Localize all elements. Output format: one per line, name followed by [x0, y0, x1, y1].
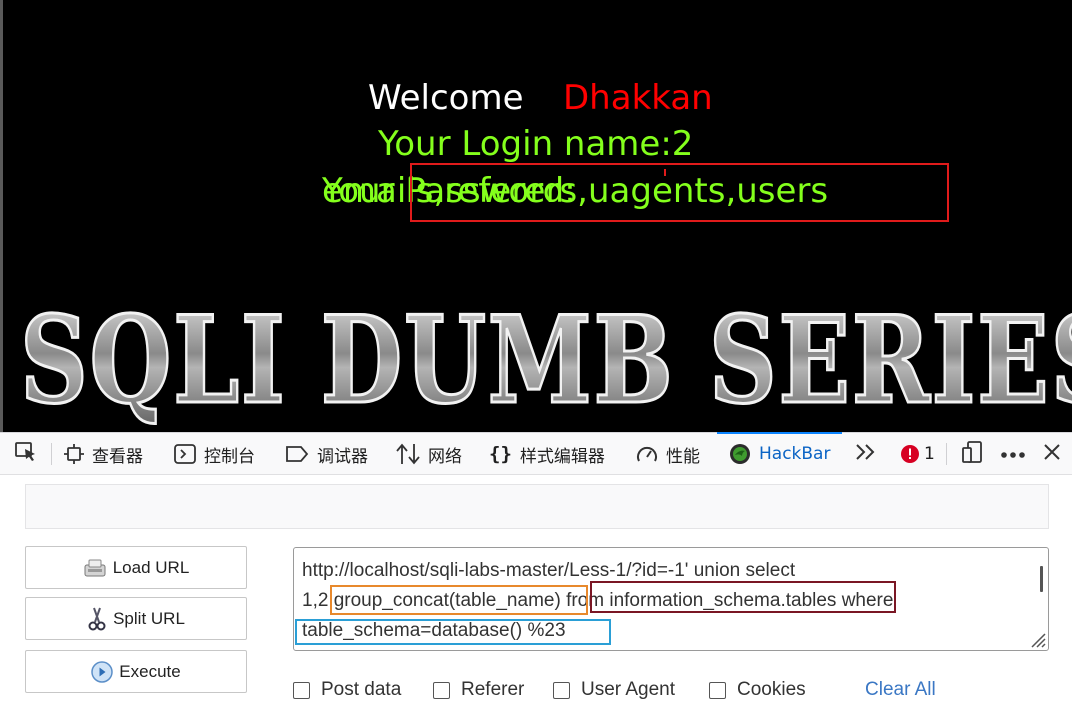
cookies-option[interactable]: Cookies — [709, 679, 806, 701]
load-url-label: Load URL — [112, 557, 190, 577]
login-name-text: Your Login name:2 — [378, 124, 694, 164]
user-agent-option[interactable]: User Agent — [553, 679, 675, 701]
close-icon — [1043, 443, 1061, 466]
tab-hackbar[interactable]: HackBar — [716, 432, 843, 475]
url-line-2-prefix: 1,2 — [302, 590, 329, 611]
inspector-icon — [64, 444, 84, 464]
tab-inspector[interactable]: 查看器 — [64, 433, 143, 475]
textarea-scrollbar[interactable] — [1040, 566, 1043, 592]
tab-console[interactable]: 控制台 — [174, 433, 255, 475]
post-data-label: Post data — [321, 679, 402, 700]
tab-style-editor[interactable]: {} 样式编辑器 — [489, 433, 605, 475]
tab-performance[interactable]: 性能 — [636, 433, 700, 475]
error-count-button[interactable]: 1 — [901, 433, 935, 475]
user-agent-checkbox[interactable] — [553, 681, 570, 699]
url-textarea[interactable]: http://localhost/sqli-labs-master/Less-1… — [293, 547, 1049, 651]
post-data-checkbox[interactable] — [293, 681, 310, 699]
performance-icon — [636, 444, 658, 464]
network-icon — [396, 443, 420, 465]
user-agent-label: User Agent — [581, 679, 675, 700]
page-content: Welcome Dhakkan Your Login name:2 Your P… — [0, 0, 1072, 432]
scissors-icon — [87, 606, 107, 632]
tab-label: HackBar — [759, 444, 831, 464]
tab-label: 查看器 — [92, 446, 143, 467]
more-options-button[interactable] — [1000, 433, 1026, 475]
sqli-dumb-series-banner: SQLI DUMB SERIES — [20, 300, 1072, 425]
split-url-label: Split URL — [113, 608, 185, 628]
referer-checkbox[interactable] — [433, 681, 450, 699]
chevron-double-right-icon — [854, 442, 876, 467]
tab-label: 性能 — [666, 446, 700, 467]
clear-all-link[interactable]: Clear All — [865, 679, 936, 701]
error-count: 1 — [924, 444, 935, 464]
hackbar-menu-bar — [25, 484, 1049, 529]
url-line-1: http://localhost/sqli-labs-master/Less-1… — [302, 560, 796, 581]
close-devtools-button[interactable] — [1043, 433, 1061, 475]
resize-grip-icon[interactable] — [1026, 628, 1046, 648]
toolbar-separator — [51, 443, 52, 465]
debugger-icon — [285, 445, 309, 463]
tab-network[interactable]: 网络 — [396, 433, 462, 475]
username-text: Dhakkan — [563, 78, 713, 118]
responsive-design-icon — [962, 440, 986, 468]
play-icon — [91, 660, 114, 683]
cookies-checkbox[interactable] — [709, 681, 726, 699]
window-edge — [0, 0, 3, 432]
element-picker-button[interactable] — [14, 433, 38, 475]
responsive-design-button[interactable] — [962, 433, 986, 475]
cookies-label: Cookies — [737, 679, 806, 700]
referer-label: Referer — [461, 679, 525, 700]
execute-label: Execute — [119, 661, 181, 681]
where-clause-highlight-box — [295, 619, 611, 645]
tab-label: 网络 — [428, 446, 462, 467]
group-concat-highlight-box — [330, 585, 588, 615]
toolbar-separator — [946, 443, 947, 465]
split-url-button[interactable]: Split URL — [25, 597, 247, 640]
password-highlight-box — [410, 163, 949, 222]
tab-label: 调试器 — [317, 446, 368, 467]
hackbar-panel: Load URL Split URL Execute http://localh… — [0, 475, 1072, 717]
tab-debugger[interactable]: 调试器 — [285, 433, 368, 475]
tab-label: 样式编辑器 — [519, 446, 605, 467]
ellipsis-icon — [1000, 444, 1026, 464]
tab-label: 控制台 — [204, 446, 255, 467]
element-picker-icon — [14, 441, 38, 468]
style-editor-icon: {} — [489, 443, 512, 465]
console-icon — [174, 444, 196, 464]
devtools-toolbar: 查看器 控制台 调试器 网络 {} 样式编辑器 性能 HackBar 1 — [0, 432, 1072, 475]
load-url-icon — [83, 558, 107, 578]
svg-text:SQLI DUMB SERIES: SQLI DUMB SERIES — [20, 300, 1072, 425]
post-data-option[interactable]: Post data — [293, 679, 401, 701]
welcome-text: Welcome — [368, 78, 524, 118]
load-url-button[interactable]: Load URL — [25, 546, 247, 589]
hackbar-icon — [729, 443, 751, 465]
from-clause-highlight-box — [590, 581, 896, 613]
more-tabs-button[interactable] — [854, 433, 876, 475]
referer-option[interactable]: Referer — [433, 679, 524, 701]
error-icon — [901, 445, 919, 463]
annotation-mark — [664, 169, 666, 176]
execute-button[interactable]: Execute — [25, 650, 247, 693]
